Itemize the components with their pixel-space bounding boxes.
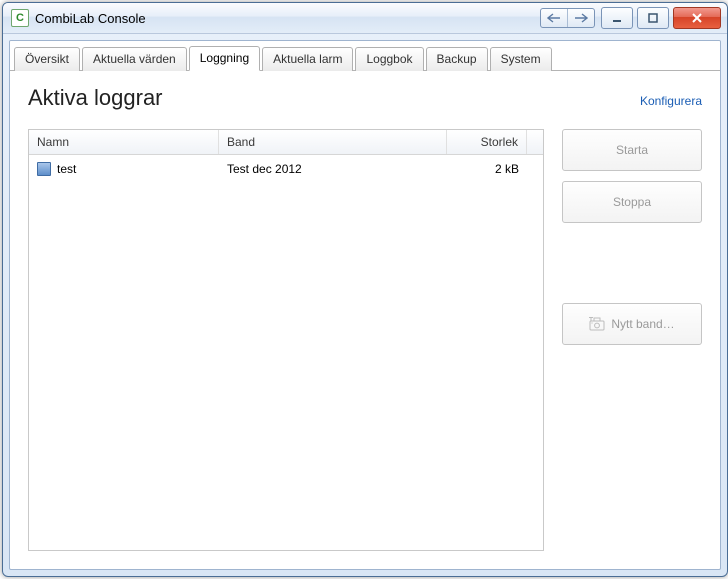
titlebar: C CombiLab Console	[3, 3, 727, 34]
nav-forward-button[interactable]	[567, 9, 594, 27]
client-area: Översikt Aktuella värden Loggning Aktuel…	[9, 40, 721, 570]
column-header-name[interactable]: Namn	[29, 130, 219, 154]
stop-button-label: Stoppa	[613, 195, 651, 209]
column-header-size[interactable]: Storlek	[447, 130, 527, 154]
start-button[interactable]: Starta	[562, 129, 702, 171]
main-row: Namn Band Storlek test Test dec 2012	[28, 129, 702, 551]
window-title: CombiLab Console	[35, 11, 540, 26]
logs-table: Namn Band Storlek test Test dec 2012	[28, 129, 544, 551]
tab-loggning[interactable]: Loggning	[189, 46, 260, 71]
page-title: Aktiva loggrar	[28, 85, 640, 111]
tab-oversikt[interactable]: Översikt	[14, 47, 80, 71]
cell-size: 2 kB	[447, 162, 527, 176]
camera-icon	[589, 317, 605, 331]
maximize-button[interactable]	[637, 7, 669, 29]
minimize-button[interactable]	[601, 7, 633, 29]
column-header-band[interactable]: Band	[219, 130, 447, 154]
table-header: Namn Band Storlek	[29, 130, 543, 155]
tab-backup[interactable]: Backup	[426, 47, 488, 71]
tab-bar: Översikt Aktuella värden Loggning Aktuel…	[10, 41, 720, 71]
start-button-label: Starta	[616, 143, 648, 157]
button-spacer	[562, 233, 702, 293]
cell-name-text: test	[57, 162, 76, 176]
window-controls	[601, 7, 721, 29]
stop-button[interactable]: Stoppa	[562, 181, 702, 223]
close-button[interactable]	[673, 7, 721, 29]
tab-aktuella-varden[interactable]: Aktuella värden	[82, 47, 187, 71]
column-header-spare	[527, 130, 543, 154]
configure-link[interactable]: Konfigurera	[640, 94, 702, 108]
table-row[interactable]: test Test dec 2012 2 kB	[29, 155, 543, 183]
side-actions: Starta Stoppa	[562, 129, 702, 551]
heading-row: Aktiva loggrar Konfigurera	[28, 85, 702, 111]
nav-back-button[interactable]	[541, 9, 567, 27]
tab-aktuella-larm[interactable]: Aktuella larm	[262, 47, 353, 71]
nav-group	[540, 8, 595, 28]
app-icon: C	[11, 9, 29, 27]
app-window: C CombiLab Console Översikt	[2, 2, 728, 577]
cell-band: Test dec 2012	[219, 162, 447, 176]
table-body: test Test dec 2012 2 kB	[29, 155, 543, 550]
tab-system[interactable]: System	[490, 47, 552, 71]
log-icon	[37, 162, 51, 176]
cell-name: test	[29, 162, 219, 176]
tab-loggbok[interactable]: Loggbok	[355, 47, 423, 71]
new-band-button-label: Nytt band…	[611, 317, 674, 331]
new-band-button[interactable]: Nytt band…	[562, 303, 702, 345]
page-content: Aktiva loggrar Konfigurera Namn Band Sto…	[10, 71, 720, 569]
